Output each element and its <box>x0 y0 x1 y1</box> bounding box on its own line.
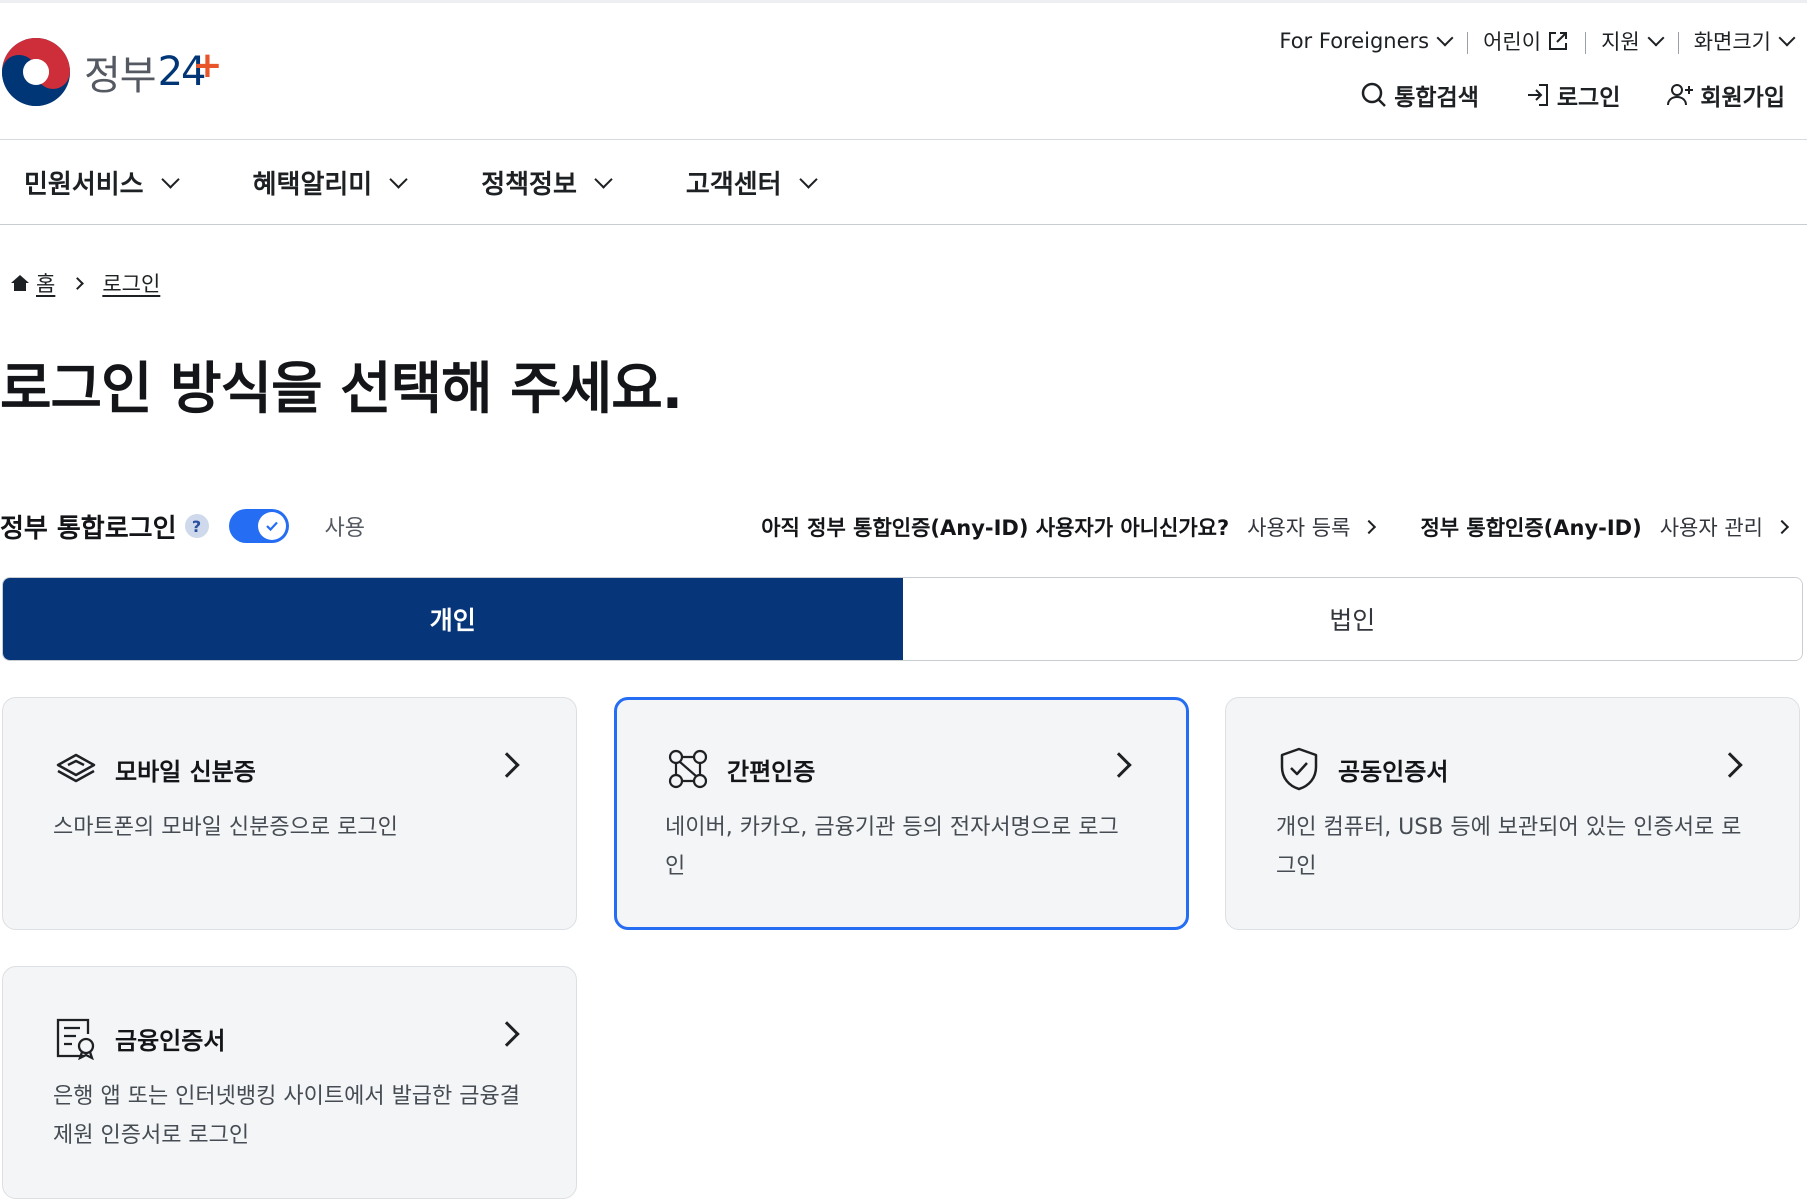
for-foreigners-label: For Foreigners <box>1279 29 1430 53</box>
login-type-tabs: 개인 법인 <box>2 577 1803 661</box>
breadcrumb: 홈 로그인 <box>10 268 160 298</box>
toggle-status-text: 사용 <box>324 516 365 541</box>
card-description: 스마트폰의 모바일 신분증으로 로그인 <box>53 815 398 840</box>
nav-item-benefits[interactable]: 혜택알리미 <box>252 164 408 201</box>
manage-link-label: 사용자 관리 <box>1659 516 1763 540</box>
external-link-icon <box>1549 32 1568 50</box>
nav-item-civil-service[interactable]: 민원서비스 <box>24 164 180 201</box>
screen-size-label: 화면크기 <box>1693 30 1771 54</box>
chevron-down-icon <box>389 170 408 189</box>
login-button[interactable]: 로그인 <box>1525 78 1620 112</box>
anyid-links: 아직 정부 통합인증(Any-ID) 사용자가 아니신가요? 사용자 등록 정부… <box>761 512 1790 542</box>
login-label: 로그인 <box>1556 85 1621 111</box>
utility-links: For Foreigners 어린이 지원 화면크기 <box>1263 24 1807 58</box>
card-description: 네이버, 카카오, 금융기관 등의 전자서명으로 로그인 <box>665 815 1119 879</box>
anyid-question: 아직 정부 통합인증(Any-ID) 사용자가 아니신가요? <box>761 516 1230 540</box>
taegeuk-logo-icon <box>2 38 70 106</box>
main-nav: 민원서비스 혜택알리미 정책정보 고객센터 <box>0 141 1807 225</box>
chevron-down-icon <box>1778 29 1796 47</box>
simple-auth-icon <box>665 746 711 792</box>
kids-link[interactable]: 어린이 <box>1467 26 1585 56</box>
chevron-right-icon <box>1106 752 1132 778</box>
nav-item-label: 혜택알리미 <box>252 170 373 200</box>
card-joint-cert[interactable]: 공동인증서 개인 컴퓨터, USB 등에 보관되어 있는 인증서로 로그인 <box>1225 697 1800 930</box>
card-header: 금융인증서 <box>53 1015 526 1061</box>
signup-button[interactable]: 회원가입 <box>1666 78 1785 112</box>
logo-number: 24 + <box>158 45 223 95</box>
chevron-down-icon <box>594 170 613 189</box>
integrated-login-toggle[interactable] <box>228 509 289 543</box>
search-button[interactable]: 통합검색 <box>1360 78 1479 112</box>
card-header: 간편인증 <box>665 746 1138 792</box>
chevron-down-icon <box>160 170 180 189</box>
card-financial-cert[interactable]: 금융인증서 은행 앱 또는 인터넷뱅킹 사이트에서 발급한 금융결제원 인증서로… <box>2 966 577 1199</box>
card-title: 금융인증서 <box>115 1026 226 1055</box>
chevron-down-icon <box>1436 29 1454 47</box>
kids-label: 어린이 <box>1483 30 1542 54</box>
register-link-label: 사용자 등록 <box>1247 516 1351 540</box>
chevron-right-icon <box>1774 519 1790 535</box>
manage-link[interactable]: 사용자 관리 <box>1659 512 1790 542</box>
help-icon[interactable]: ? <box>184 514 209 538</box>
anyid-label: 정부 통합인증(Any-ID) <box>1420 516 1642 540</box>
logo-wordmark: 정부 24 + <box>84 43 223 101</box>
toggle-knob <box>257 512 286 540</box>
header-divider <box>0 139 1807 140</box>
header-actions: 통합검색 로그인 회원가입 <box>1314 78 1807 112</box>
screen-size-link[interactable]: 화면크기 <box>1677 26 1807 56</box>
card-description: 개인 컴퓨터, USB 등에 보관되어 있는 인증서로 로그인 <box>1276 815 1742 879</box>
check-icon <box>265 521 278 532</box>
home-icon <box>11 275 29 291</box>
chevron-right-icon <box>71 276 85 290</box>
card-header: 모바일 신분증 <box>53 746 526 792</box>
support-link[interactable]: 지원 <box>1585 26 1678 56</box>
shield-check-icon <box>1276 746 1322 792</box>
page-title: 로그인 방식을 선택해 주세요. <box>0 357 683 422</box>
integrated-login-label: 정부 통합로그인 <box>0 513 177 544</box>
card-description: 은행 앱 또는 인터넷뱅킹 사이트에서 발급한 금융결제원 인증서로 로그인 <box>53 1084 521 1148</box>
site-logo[interactable]: 정부 24 + <box>0 36 223 108</box>
chevron-down-icon <box>798 170 818 189</box>
card-title: 간편인증 <box>727 757 816 786</box>
nav-item-customer-center[interactable]: 고객센터 <box>685 164 818 201</box>
search-label: 통합검색 <box>1394 85 1479 111</box>
card-title: 모바일 신분증 <box>115 757 256 786</box>
signup-label: 회원가입 <box>1700 85 1785 111</box>
nav-item-label: 정책정보 <box>481 170 577 200</box>
search-icon <box>1361 82 1387 107</box>
certificate-icon <box>53 1015 99 1061</box>
register-link[interactable]: 사용자 등록 <box>1247 512 1377 542</box>
logo-text: 정부 <box>84 53 157 99</box>
logo-plus: + <box>192 45 222 86</box>
integrated-login-row: 정부 통합로그인 ? 사용 아직 정부 통합인증(Any-ID) 사용자가 아니… <box>0 506 1807 546</box>
card-simple-auth[interactable]: 간편인증 네이버, 카카오, 금융기관 등의 전자서명으로 로그인 <box>614 697 1189 930</box>
top-border <box>0 0 1807 3</box>
tab-corporate[interactable]: 법인 <box>902 578 1802 660</box>
nav-item-label: 고객센터 <box>685 170 782 200</box>
chevron-right-icon <box>494 752 520 778</box>
chevron-down-icon <box>1647 29 1665 47</box>
card-title: 공동인증서 <box>1338 757 1449 786</box>
breadcrumb-current[interactable]: 로그인 <box>102 268 160 298</box>
card-header: 공동인증서 <box>1276 746 1749 792</box>
nav-item-label: 민원서비스 <box>24 170 144 200</box>
chevron-right-icon <box>494 1021 520 1047</box>
tab-personal[interactable]: 개인 <box>3 578 903 660</box>
for-foreigners-link[interactable]: For Foreigners <box>1263 29 1467 53</box>
login-icon <box>1527 84 1548 106</box>
mobile-id-icon <box>53 746 99 792</box>
user-add-icon <box>1667 84 1694 106</box>
support-label: 지원 <box>1601 30 1640 54</box>
card-mobile-id[interactable]: 모바일 신분증 스마트폰의 모바일 신분증으로 로그인 <box>2 697 577 930</box>
nav-item-policy[interactable]: 정책정보 <box>481 164 613 201</box>
chevron-right-icon <box>1362 519 1377 535</box>
chevron-right-icon <box>1717 752 1743 778</box>
breadcrumb-home[interactable]: 홈 <box>36 268 55 298</box>
